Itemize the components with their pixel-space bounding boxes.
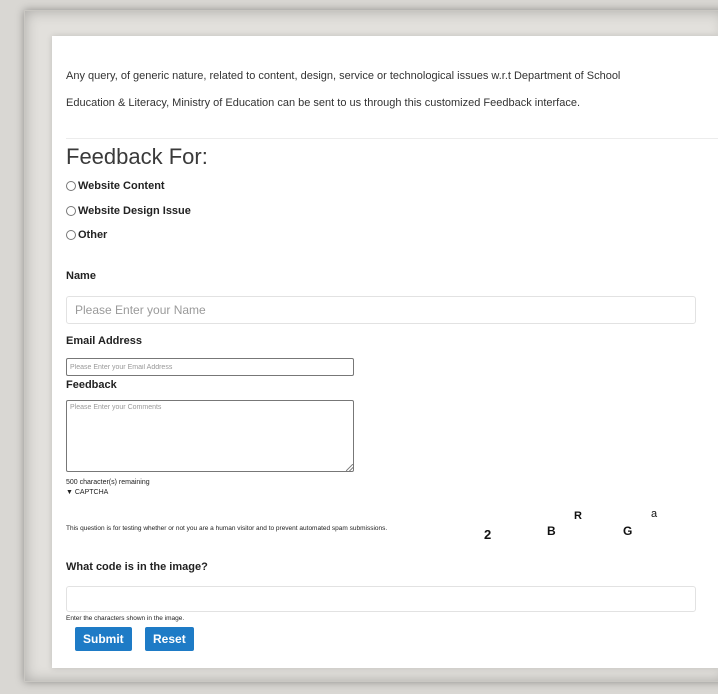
feedback-textarea[interactable] xyxy=(66,400,354,472)
radio-option-website-design-issue[interactable]: Website Design Issue xyxy=(66,205,191,217)
captcha-char: B xyxy=(547,524,556,538)
captcha-question: What code is in the image? xyxy=(66,561,208,573)
radio-label: Website Design Issue xyxy=(78,205,191,217)
character-counter: 500 character(s) remaining xyxy=(66,479,150,486)
captcha-input[interactable] xyxy=(66,586,696,612)
radio-button[interactable] xyxy=(66,206,76,216)
radio-option-other[interactable]: Other xyxy=(66,229,107,241)
radio-button[interactable] xyxy=(66,181,76,191)
captcha-char: G xyxy=(623,524,633,538)
captcha-char: a xyxy=(651,508,658,520)
submit-button[interactable]: Submit xyxy=(75,627,132,651)
feedback-panel xyxy=(52,36,718,668)
intro-text-line-1: Any query, of generic nature, related to… xyxy=(66,70,621,82)
captcha-hint: Enter the characters shown in the image. xyxy=(66,615,185,622)
resize-handle[interactable] xyxy=(346,464,353,471)
captcha-char: 2 xyxy=(484,527,492,542)
feedback-for-heading: Feedback For: xyxy=(66,144,208,169)
feedback-label: Feedback xyxy=(66,379,117,391)
reset-button[interactable]: Reset xyxy=(145,627,194,651)
radio-label: Website Content xyxy=(78,180,165,192)
intro-text-line-2: Education & Literacy, Ministry of Educat… xyxy=(66,97,581,109)
email-input[interactable] xyxy=(66,358,354,376)
divider xyxy=(66,138,718,139)
radio-button[interactable] xyxy=(66,230,76,240)
name-label: Name xyxy=(66,270,96,282)
captcha-description: This question is for testing whether or … xyxy=(66,525,388,532)
email-label: Email Address xyxy=(66,335,143,347)
name-input[interactable] xyxy=(66,296,696,324)
captcha-char: R xyxy=(574,510,582,522)
radio-label: Other xyxy=(78,229,108,241)
captcha-toggle[interactable]: ▼ CAPTCHA xyxy=(66,489,108,496)
radio-option-website-content[interactable]: Website Content xyxy=(66,180,165,192)
